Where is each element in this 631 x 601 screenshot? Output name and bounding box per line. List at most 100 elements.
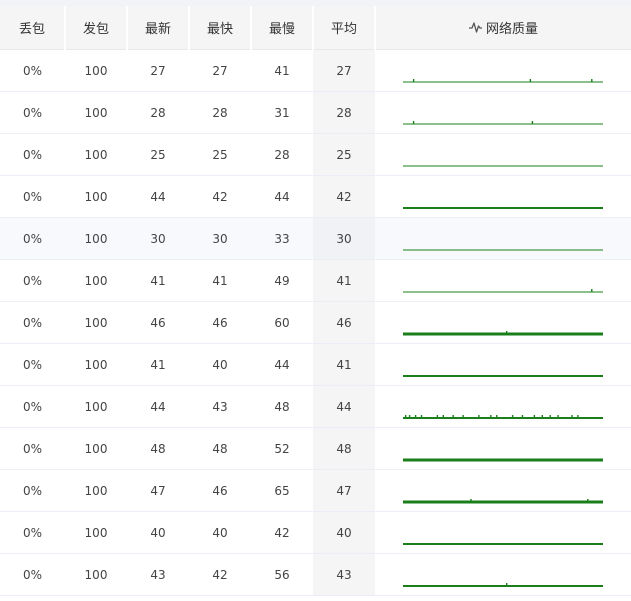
cell-average: 27 bbox=[313, 49, 375, 92]
sparkline-spike bbox=[470, 499, 472, 502]
cell-average: 30 bbox=[313, 217, 375, 260]
quality-sparkline bbox=[403, 207, 603, 209]
sparkline-spike bbox=[412, 121, 415, 124]
cell-fastest: 40 bbox=[189, 511, 251, 554]
table-row[interactable]: 0% 100 41 41 49 41 bbox=[0, 259, 631, 302]
cell-fastest: 42 bbox=[189, 175, 251, 218]
table-row[interactable]: 0% 100 48 48 52 48 bbox=[0, 427, 631, 470]
sparkline-spike bbox=[541, 415, 543, 418]
sparkline-spike bbox=[529, 79, 532, 82]
cell-slowest: 42 bbox=[251, 511, 313, 554]
quality-sparkline bbox=[403, 543, 603, 545]
quality-sparkline bbox=[403, 79, 603, 83]
header-slowest[interactable]: 最慢 bbox=[251, 6, 314, 50]
table-row[interactable]: 0% 100 28 28 31 28 bbox=[0, 91, 631, 134]
cell-sent: 100 bbox=[65, 427, 127, 470]
cell-sent: 100 bbox=[65, 511, 127, 554]
cell-fastest: 42 bbox=[189, 553, 251, 596]
cell-slowest: 60 bbox=[251, 301, 313, 344]
table-header: 丢包 发包 最新 最快 最慢 平均 网络质量 bbox=[0, 6, 631, 50]
header-fastest[interactable]: 最快 bbox=[189, 6, 252, 50]
cell-latest: 44 bbox=[127, 385, 189, 428]
header-latest[interactable]: 最新 bbox=[127, 6, 190, 50]
sparkline-spike bbox=[511, 415, 514, 418]
cell-quality bbox=[375, 49, 631, 92]
cell-slowest: 44 bbox=[251, 343, 313, 386]
header-quality-wrap: 网络质量 bbox=[468, 18, 538, 37]
cell-quality bbox=[375, 385, 631, 428]
cell-quality bbox=[375, 469, 631, 512]
cell-quality bbox=[375, 343, 631, 386]
cell-sent: 100 bbox=[65, 385, 127, 428]
quality-sparkline bbox=[403, 415, 603, 419]
cell-average: 40 bbox=[313, 511, 375, 554]
cell-sent: 100 bbox=[65, 49, 127, 92]
cell-fastest: 30 bbox=[189, 217, 251, 260]
cell-average: 46 bbox=[313, 301, 375, 344]
table-row[interactable]: 0% 100 47 46 65 47 bbox=[0, 469, 631, 512]
sparkline-spike bbox=[577, 415, 579, 418]
sparkline-spike bbox=[405, 415, 407, 418]
sparkline-spike bbox=[557, 415, 559, 418]
cell-fastest: 46 bbox=[189, 469, 251, 512]
table-row[interactable]: 0% 100 40 40 42 40 bbox=[0, 511, 631, 554]
cell-quality bbox=[375, 511, 631, 554]
cell-slowest: 52 bbox=[251, 427, 313, 470]
sparkline-spike bbox=[452, 415, 454, 418]
cell-fastest: 48 bbox=[189, 427, 251, 470]
cell-quality bbox=[375, 175, 631, 218]
sparkline-spike bbox=[420, 415, 423, 418]
cell-loss: 0% bbox=[0, 553, 65, 596]
header-loss[interactable]: 丢包 bbox=[0, 6, 66, 50]
table-row[interactable]: 0% 100 43 42 56 43 bbox=[0, 553, 631, 596]
cell-sent: 100 bbox=[65, 469, 127, 512]
ping-results-table: 丢包 发包 最新 最快 最慢 平均 网络质量 0% 100 27 27 41 27 0% 10… bbox=[0, 6, 631, 596]
cell-sent: 100 bbox=[65, 91, 127, 134]
cell-quality bbox=[375, 91, 631, 134]
cell-sent: 100 bbox=[65, 175, 127, 218]
sparkline-spike bbox=[490, 415, 492, 418]
header-quality[interactable]: 网络质量 bbox=[375, 6, 631, 50]
sparkline-spike bbox=[442, 415, 444, 418]
cell-average: 41 bbox=[313, 343, 375, 386]
quality-sparkline bbox=[403, 249, 603, 251]
quality-sparkline bbox=[403, 165, 603, 167]
sparkline-spike bbox=[436, 415, 439, 418]
cell-latest: 44 bbox=[127, 175, 189, 218]
sparkline-spike bbox=[591, 79, 593, 82]
cell-slowest: 33 bbox=[251, 217, 313, 260]
cell-fastest: 27 bbox=[189, 49, 251, 92]
cell-slowest: 41 bbox=[251, 49, 313, 92]
cell-loss: 0% bbox=[0, 469, 65, 512]
quality-sparkline bbox=[403, 583, 603, 587]
table-row[interactable]: 0% 100 44 43 48 44 bbox=[0, 385, 631, 428]
table-body: 0% 100 27 27 41 27 0% 100 28 28 31 28 0% 100 25 25 28 25 0… bbox=[0, 49, 631, 596]
header-average[interactable]: 平均 bbox=[313, 6, 376, 50]
table-row[interactable]: 0% 100 27 27 41 27 bbox=[0, 49, 631, 92]
cell-latest: 28 bbox=[127, 91, 189, 134]
cell-sent: 100 bbox=[65, 259, 127, 302]
cell-latest: 40 bbox=[127, 511, 189, 554]
header-sent[interactable]: 发包 bbox=[65, 6, 128, 50]
table-row[interactable]: 0% 100 41 40 44 41 bbox=[0, 343, 631, 386]
cell-loss: 0% bbox=[0, 133, 65, 176]
table-row[interactable]: 0% 100 25 25 28 25 bbox=[0, 133, 631, 176]
cell-average: 42 bbox=[313, 175, 375, 218]
quality-sparkline bbox=[403, 331, 603, 336]
cell-latest: 30 bbox=[127, 217, 189, 260]
sparkline-spike bbox=[408, 415, 411, 418]
table-row[interactable]: 0% 100 46 46 60 46 bbox=[0, 301, 631, 344]
cell-slowest: 48 bbox=[251, 385, 313, 428]
sparkline-spike bbox=[462, 415, 464, 418]
cell-fastest: 28 bbox=[189, 91, 251, 134]
sparkline-spike bbox=[496, 415, 498, 418]
sparkline-spike bbox=[478, 415, 480, 418]
cell-sent: 100 bbox=[65, 343, 127, 386]
quality-sparkline bbox=[403, 499, 603, 504]
table-row[interactable]: 0% 100 44 42 44 42 bbox=[0, 175, 631, 218]
sparkline-spike bbox=[587, 499, 589, 502]
quality-sparkline bbox=[403, 121, 603, 125]
cell-slowest: 49 bbox=[251, 259, 313, 302]
table-row[interactable]: 0% 100 30 30 33 30 bbox=[0, 217, 631, 260]
cell-fastest: 43 bbox=[189, 385, 251, 428]
